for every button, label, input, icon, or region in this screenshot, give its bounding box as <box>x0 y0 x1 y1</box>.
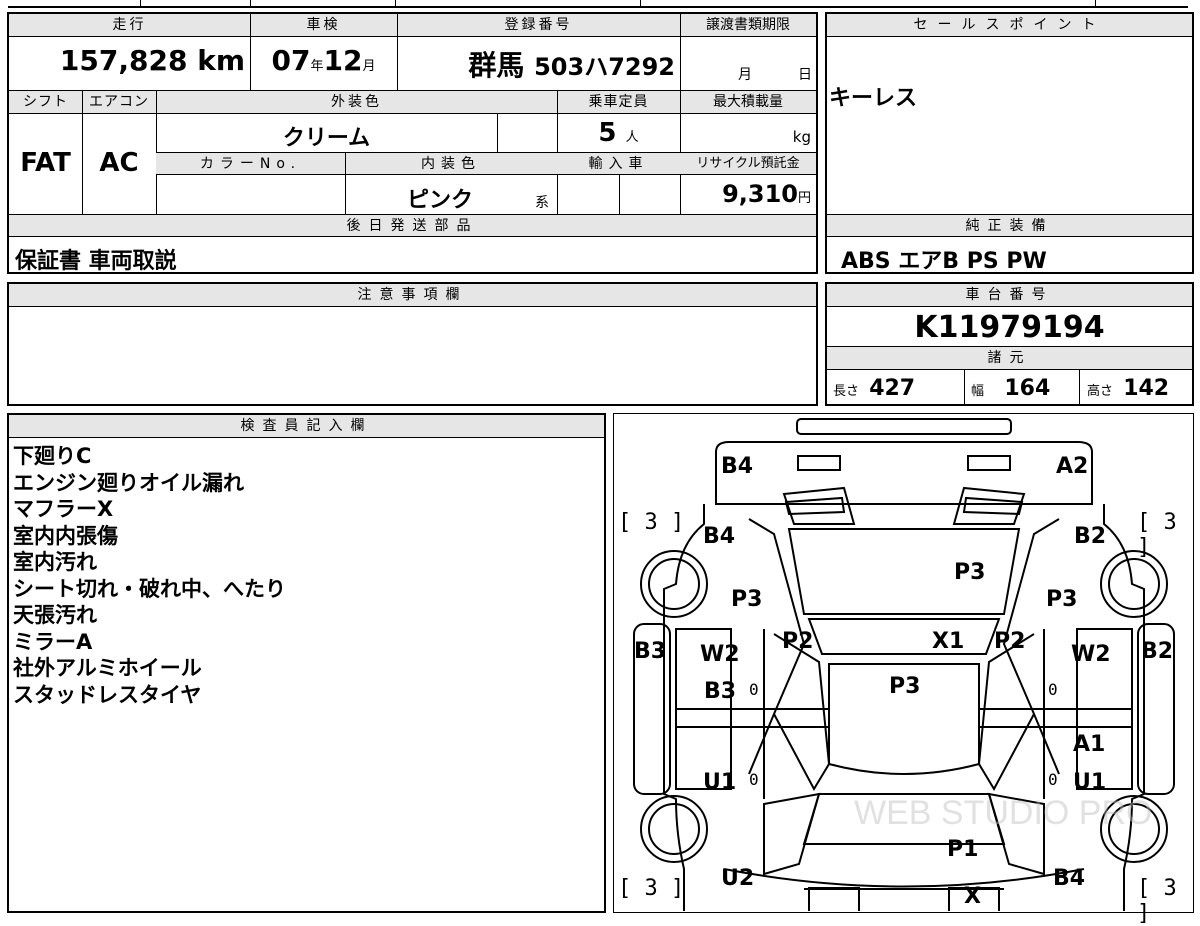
capacity-value: 5 人 <box>598 118 639 148</box>
later-parts-label: 後日発送部品 <box>9 215 816 237</box>
damage-zero-right-lower: 0 <box>1048 770 1058 789</box>
damage-x1: X1 <box>932 629 965 654</box>
exterior-color-value: クリーム <box>282 126 371 151</box>
inspection-label: 車検 <box>250 14 397 37</box>
shift-label: シフト <box>9 91 82 114</box>
caution-box: 注意事項欄 <box>7 282 818 406</box>
mileage-label: 走行 <box>9 14 250 37</box>
sales-point-box: セールスポイント キーレス 純正装備 ABS エアB PS PW <box>825 12 1194 274</box>
exterior-color-label: 外装色 <box>156 91 557 114</box>
inspector-box: 検査員記入欄 下廻りC エンジン廻りオイル漏れ マフラーX 室内内張傷 室内汚れ… <box>7 413 606 913</box>
inspection-value: 07年12月 <box>271 44 376 77</box>
damage-b2-right: B2 <box>1074 524 1107 549</box>
damage-zero-left-upper: 0 <box>749 680 759 699</box>
damage-a1: A1 <box>1073 732 1106 757</box>
note-item: 室内汚れ <box>13 550 97 574</box>
damage-b3-door: B3 <box>704 679 737 704</box>
aircon-label: エアコン <box>82 91 156 114</box>
aircon-value: AC <box>99 148 139 178</box>
mileage-value: 157,828 km <box>59 44 245 77</box>
interior-color-value: ピンク <box>406 188 473 213</box>
damage-p2-left: P2 <box>782 629 814 654</box>
interior-color-label: 内装色 <box>345 153 557 175</box>
note-item: 室内内張傷 <box>13 523 118 548</box>
damage-zero-right-upper: 0 <box>1048 680 1058 699</box>
tire-depth-front-right: [ 3 ] <box>1137 510 1177 560</box>
damage-p3-roof: P3 <box>889 674 921 699</box>
note-item: 下廻りC <box>13 444 92 468</box>
damage-u2: U2 <box>721 866 755 891</box>
capacity-label: 乗車定員 <box>557 91 680 114</box>
note-item: ミラーA <box>13 629 93 654</box>
inspector-label: 検査員記入欄 <box>9 415 604 438</box>
damage-p1: P1 <box>947 837 979 862</box>
damage-u1-left: U1 <box>703 770 737 795</box>
watermark: WEB STUDIO PRO <box>854 794 1152 832</box>
inspector-notes: 下廻りC エンジン廻りオイル漏れ マフラーX 室内内張傷 室内汚れ シート切れ・… <box>13 443 286 708</box>
damage-x-rear: X <box>964 884 981 909</box>
color-no-label: カラーNo. <box>156 153 345 175</box>
tire-depth-front-left: [ 3 ] <box>618 510 685 535</box>
later-parts-value: 保証書 車両取説 <box>15 249 177 274</box>
damage-zero-left-lower: 0 <box>749 770 759 789</box>
damage-p3-hood: P3 <box>954 560 986 585</box>
genuine-equipment-label: 純正装備 <box>827 215 1192 237</box>
chassis-box: 車台番号 K11979194 諸元 長さ 427 幅 164 高さ 142 <box>825 282 1194 406</box>
note-item: エンジン廻りオイル漏れ <box>13 470 244 495</box>
recycle-label: リサイクル預託金 <box>680 153 816 175</box>
damage-p3-left: P3 <box>731 587 763 612</box>
recycle-value: 9,310円 <box>722 180 811 208</box>
damage-b2-side: B2 <box>1141 639 1174 664</box>
registration-label: 登録番号 <box>397 14 680 37</box>
tire-depth-rear-left: [ 3 ] <box>618 876 685 901</box>
note-item: シート切れ・破れ中、へたり <box>13 576 286 601</box>
import-label: 輸入車 <box>557 153 680 175</box>
max-load-unit: kg <box>792 128 811 146</box>
damage-b4-bottom: B4 <box>1053 866 1086 891</box>
genuine-equipment-value: ABS エアB PS PW <box>841 249 1047 274</box>
spec-width: 幅 164 <box>971 376 1051 401</box>
registration-value: 群馬 503ハ7292 <box>468 49 675 82</box>
top-strip <box>0 0 1200 8</box>
damage-b4-left: B4 <box>703 524 736 549</box>
damage-a2-top: A2 <box>1056 454 1089 479</box>
note-item: 社外アルミホイール <box>13 656 202 680</box>
car-diagram: WEB STUDIO PRO [ 3 ] [ 3 ] [ 3 ] [ 3 ] B… <box>613 413 1194 926</box>
damage-b4-top: B4 <box>721 454 754 479</box>
damage-b3-left: B3 <box>634 639 667 664</box>
caution-label: 注意事項欄 <box>9 284 816 307</box>
damage-w2-right: W2 <box>1071 642 1111 667</box>
damage-p3-right: P3 <box>1046 587 1078 612</box>
sales-point-value: キーレス <box>829 86 918 111</box>
spec-height: 高さ 142 <box>1087 376 1170 401</box>
max-load-label: 最大積載量 <box>680 91 816 114</box>
vehicle-info-table: 走行 車検 登録番号 譲渡書類期限 157,828 km 07年12月 群馬 5… <box>7 12 818 274</box>
chassis-label: 車台番号 <box>827 284 1192 307</box>
tire-depth-rear-right: [ 3 ] <box>1137 876 1177 926</box>
note-item: 天張汚れ <box>13 603 97 627</box>
transfer-deadline-label: 譲渡書類期限 <box>680 14 816 37</box>
note-item: マフラーX <box>13 497 114 521</box>
damage-u1-right: U1 <box>1073 770 1107 795</box>
shift-value: FAT <box>20 148 71 178</box>
spec-length: 長さ 427 <box>833 376 916 401</box>
damage-p2-right: P2 <box>994 629 1026 654</box>
interior-color-suffix: 系 <box>535 195 549 211</box>
note-item: スタッドレスタイヤ <box>13 682 202 707</box>
chassis-value: K11979194 <box>914 310 1105 345</box>
specs-label: 諸元 <box>827 347 1192 370</box>
sales-point-label: セールスポイント <box>827 14 1192 37</box>
damage-w2-left: W2 <box>700 642 740 667</box>
